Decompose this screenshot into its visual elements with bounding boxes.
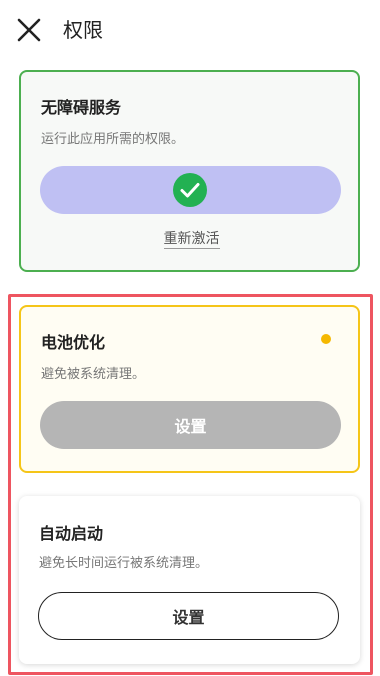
auto-start-settings-button[interactable]: 设置 (38, 592, 339, 640)
accessibility-service-card: 无障碍服务 运行此应用所需的权限。 重新激活 (19, 70, 360, 272)
pending-status-dot (321, 334, 331, 344)
card-title: 电池优化 (41, 333, 106, 352)
reactivate-link-container: 重新激活 (21, 228, 362, 249)
auto-start-card: 自动启动 避免长时间运行被系统清理。 设置 (19, 496, 360, 664)
card-description: 避免被系统清理。 (41, 367, 146, 382)
check-circle-icon (173, 173, 207, 207)
battery-optimization-card: 电池优化 避免被系统清理。 设置 (19, 305, 360, 473)
close-button[interactable] (14, 15, 44, 45)
card-title: 无障碍服务 (41, 98, 122, 117)
reactivate-link[interactable]: 重新激活 (163, 231, 220, 249)
page-title: 权限 (63, 18, 103, 42)
top-bar: 权限 (0, 0, 380, 60)
card-description: 避免长时间运行被系统清理。 (39, 556, 209, 571)
close-icon (17, 18, 41, 42)
card-title: 自动启动 (39, 524, 104, 543)
card-description: 运行此应用所需的权限。 (41, 132, 185, 147)
accessibility-granted-button[interactable] (40, 166, 341, 214)
battery-settings-button[interactable]: 设置 (40, 401, 341, 449)
